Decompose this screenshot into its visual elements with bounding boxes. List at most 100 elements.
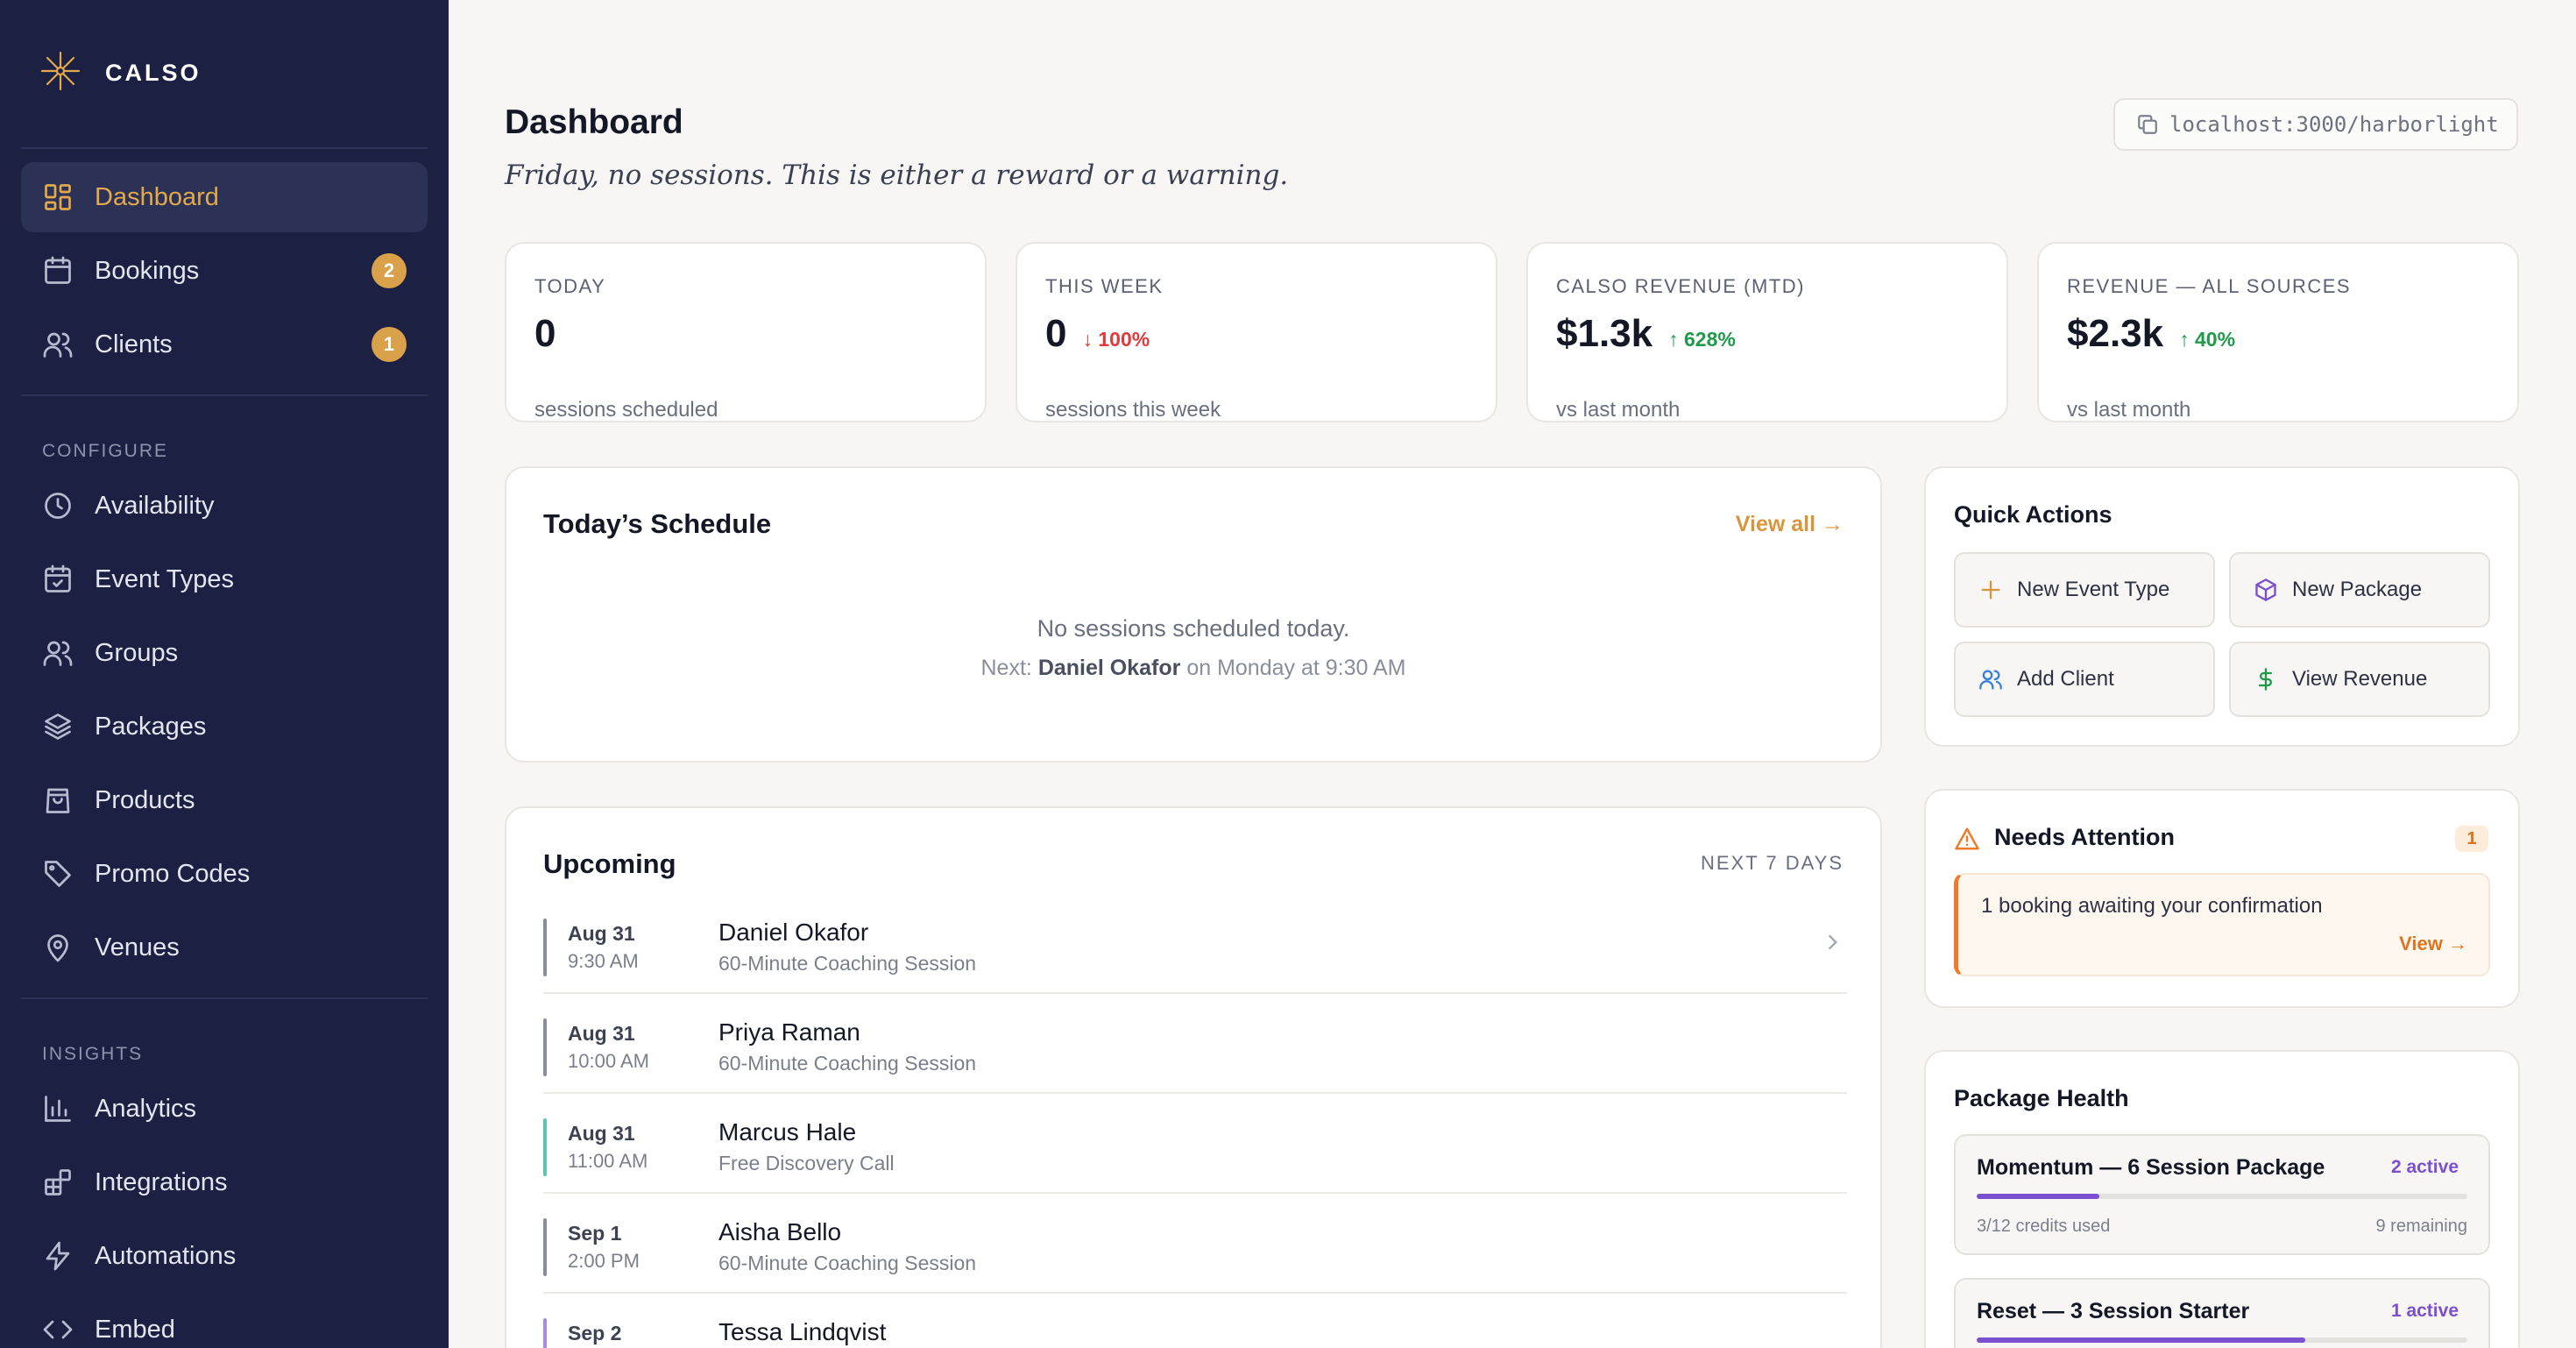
event-color-bar xyxy=(543,919,547,976)
session-date: Aug 31 xyxy=(568,1022,635,1045)
stat-delta-up: ↑ 40% xyxy=(2179,328,2236,351)
card-title: Package Health xyxy=(1954,1085,2129,1111)
stat-caption: vs last month xyxy=(2067,398,2191,422)
session-type: 60-Minute Coaching Session xyxy=(718,952,977,975)
stat-caption: vs last month xyxy=(1556,398,1681,422)
upcoming-row[interactable]: Sep 1 2:00 PM Aisha Bello 60-Minute Coac… xyxy=(543,1206,1847,1306)
stat-card-this-week: THIS WEEK 0 ↓ 100% sessions this week xyxy=(1016,242,1497,422)
view-attention-link[interactable]: View → xyxy=(2399,933,2467,955)
stat-value: $2.3k xyxy=(2067,312,2164,355)
button-label: View Revenue xyxy=(2292,667,2428,691)
session-date: Sep 1 xyxy=(568,1222,622,1245)
stat-value: 0 xyxy=(534,312,556,355)
package-name: Reset — 3 Session Starter xyxy=(1977,1299,2250,1323)
package-health-card: Package Health Momentum — 6 Session Pack… xyxy=(1924,1050,2520,1348)
upcoming-row[interactable]: Aug 31 11:00 AM Marcus Hale Free Discove… xyxy=(543,1106,1847,1206)
package-progress-track xyxy=(1977,1194,2467,1199)
sunburst-logo-icon xyxy=(39,49,82,97)
chevron-right-icon xyxy=(1821,931,1844,954)
session-date: Aug 31 xyxy=(568,1122,635,1145)
brand[interactable]: CALSO xyxy=(39,49,202,97)
sidebar-item-venues[interactable]: Venues xyxy=(21,912,428,983)
sidebar-item-clients[interactable]: Clients 1 xyxy=(21,309,428,380)
card-title: Today’s Schedule xyxy=(543,508,772,539)
sidebar-item-label: Clients xyxy=(95,330,173,358)
sidebar-item-event-types[interactable]: Event Types xyxy=(21,544,428,614)
page-title: Dashboard xyxy=(505,103,683,141)
upcoming-row[interactable]: Aug 31 9:30 AM Daniel Okafor 60-Minute C… xyxy=(543,906,1847,1006)
calendar-check-icon xyxy=(42,564,74,595)
needs-attention-card: Needs Attention 1 1 booking awaiting you… xyxy=(1924,789,2520,1008)
zap-icon xyxy=(42,1240,74,1272)
copy-url-button[interactable]: localhost:3000/harborlight xyxy=(2113,98,2518,151)
sidebar-item-label: Groups xyxy=(95,638,179,667)
upcoming-card: Upcoming NEXT 7 DAYS Aug 31 9:30 AM Dani… xyxy=(505,806,1882,1348)
row-divider xyxy=(543,1092,1847,1094)
session-time: 9:30 AM xyxy=(568,950,639,972)
sidebar-item-label: Integrations xyxy=(95,1167,228,1196)
card-title: Quick Actions xyxy=(1954,501,2112,528)
stat-card-all-revenue: REVENUE — ALL SOURCES $2.3k ↑ 40% vs las… xyxy=(2037,242,2519,422)
sidebar-section-insights: INSIGHTS xyxy=(42,1044,144,1064)
view-all-link[interactable]: View all → xyxy=(1736,512,1844,537)
sidebar-item-embed[interactable]: Embed xyxy=(21,1295,428,1348)
package-progress-track xyxy=(1977,1337,2467,1343)
attention-count-badge: 1 xyxy=(2455,826,2488,852)
session-type: 60-Minute Coaching Session xyxy=(718,1052,977,1075)
sidebar-item-bookings[interactable]: Bookings 2 xyxy=(21,236,428,306)
client-name: Aisha Bello xyxy=(718,1218,842,1245)
sidebar-divider xyxy=(21,147,428,149)
plus-icon xyxy=(1981,580,2000,600)
sidebar-item-packages[interactable]: Packages xyxy=(21,692,428,762)
session-date: Sep 2 xyxy=(568,1322,622,1344)
session-type: Free Discovery Call xyxy=(718,1152,895,1174)
package-progress-fill xyxy=(1977,1337,2306,1343)
stat-value: 0 xyxy=(1045,312,1067,355)
event-color-bar xyxy=(543,1118,547,1176)
client-name: Tessa Lindqvist xyxy=(718,1318,887,1345)
card-title: Needs Attention xyxy=(1994,824,2176,850)
view-revenue-button[interactable]: View Revenue xyxy=(2229,642,2490,717)
row-divider xyxy=(543,1192,1847,1194)
upcoming-row[interactable]: Sep 2 Tessa Lindqvist xyxy=(543,1306,1847,1348)
session-time: 2:00 PM xyxy=(568,1250,640,1272)
brand-name: CALSO xyxy=(105,60,202,86)
sidebar-item-groups[interactable]: Groups xyxy=(21,618,428,688)
sidebar-item-integrations[interactable]: Integrations xyxy=(21,1147,428,1217)
package-item[interactable]: Momentum — 6 Session Package 2 active 3/… xyxy=(1954,1134,2490,1255)
sidebar-item-label: Event Types xyxy=(95,564,235,593)
sidebar-item-automations[interactable]: Automations xyxy=(21,1221,428,1291)
sidebar-item-label: Bookings xyxy=(95,256,200,285)
package-name: Momentum — 6 Session Package xyxy=(1977,1155,2325,1180)
upcoming-row[interactable]: Aug 31 10:00 AM Priya Raman 60-Minute Co… xyxy=(543,1006,1847,1106)
package-item[interactable]: Reset — 3 Session Starter 1 active xyxy=(1954,1278,2490,1348)
row-divider xyxy=(543,1292,1847,1294)
sidebar-item-availability[interactable]: Availability xyxy=(21,471,428,541)
row-divider xyxy=(543,992,1847,994)
sidebar-item-label: Packages xyxy=(95,712,207,741)
sidebar-item-promo-codes[interactable]: Promo Codes xyxy=(21,839,428,909)
new-package-button[interactable]: New Package xyxy=(2229,552,2490,628)
session-date: Aug 31 xyxy=(568,922,635,945)
add-client-button[interactable]: Add Client xyxy=(1954,642,2215,717)
client-name: Priya Raman xyxy=(718,1018,860,1046)
package-active-count: 2 active xyxy=(2390,1157,2459,1177)
sidebar-divider xyxy=(21,394,428,396)
stat-delta-up: ↑ 628% xyxy=(1668,328,1736,351)
sidebar-item-analytics[interactable]: Analytics xyxy=(21,1074,428,1144)
sidebar-item-dashboard[interactable]: Dashboard xyxy=(21,162,428,232)
users-icon xyxy=(42,329,74,360)
clients-count-badge: 1 xyxy=(372,327,407,362)
map-pin-icon xyxy=(42,932,74,963)
session-time: 11:00 AM xyxy=(568,1150,648,1172)
dollar-icon xyxy=(2258,668,2272,691)
stat-caption: sessions this week xyxy=(1045,398,1221,422)
stat-value-row: $2.3k ↑ 40% xyxy=(2067,312,2235,356)
session-type: 60-Minute Coaching Session xyxy=(718,1252,977,1274)
booking-url: localhost:3000/harborlight xyxy=(2169,112,2499,137)
new-event-type-button[interactable]: New Event Type xyxy=(1954,552,2215,628)
sidebar-item-products[interactable]: Products xyxy=(21,765,428,835)
shopping-bag-icon xyxy=(42,784,74,816)
sidebar-item-label: Promo Codes xyxy=(95,859,251,888)
quick-actions-card: Quick Actions New Event Type New Package… xyxy=(1924,466,2520,747)
